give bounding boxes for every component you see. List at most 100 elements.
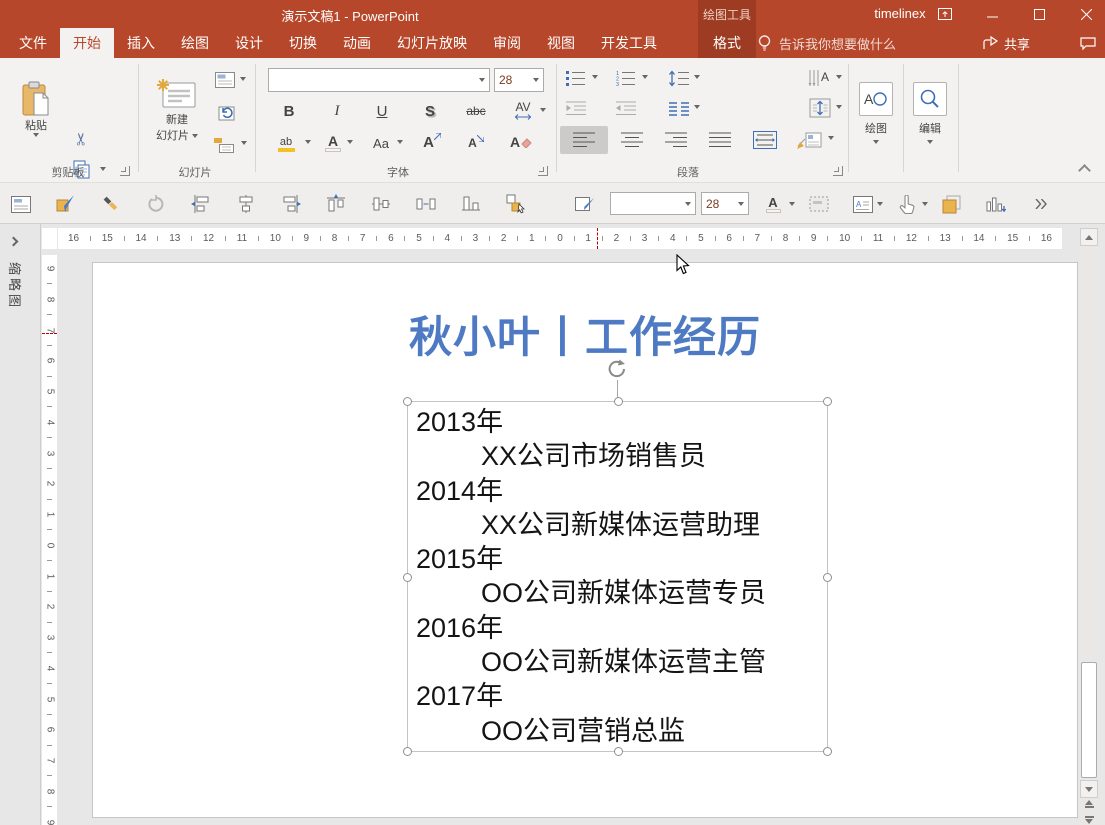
align-right-button[interactable]: [656, 126, 696, 154]
action-hand-button[interactable]: [894, 191, 920, 217]
slide-canvas[interactable]: 秋小叶丨工作经历 2013年XX公司市场销售员2014年XX公司新媒体运营助理2…: [92, 262, 1078, 818]
collapse-ribbon-button[interactable]: [1078, 164, 1091, 177]
decrease-indent-button[interactable]: [564, 98, 588, 118]
timeline-text-box[interactable]: 2013年XX公司市场销售员2014年XX公司新媒体运营助理2015年OO公司新…: [407, 401, 828, 752]
resize-handle-top-left[interactable]: [403, 397, 412, 406]
qat-text-box-button[interactable]: A: [850, 191, 876, 217]
tab-开发工具[interactable]: 开发工具: [588, 28, 670, 58]
vertical-ruler[interactable]: 9876543210123456789: [42, 255, 57, 825]
timeline-year[interactable]: 2015年: [408, 542, 827, 576]
timeline-year[interactable]: 2017年: [408, 679, 827, 713]
paste-button[interactable]: 粘贴: [12, 66, 60, 152]
action-hand-caret[interactable]: [922, 202, 928, 206]
shape-style-button[interactable]: [53, 191, 79, 217]
tab-切换[interactable]: 切换: [276, 28, 330, 58]
character-spacing-caret[interactable]: [540, 108, 546, 112]
align-objects-center-button[interactable]: [233, 191, 259, 217]
align-objects-middle-button[interactable]: [368, 191, 394, 217]
qat-font-color-button[interactable]: A: [762, 191, 784, 217]
insert-chart-button[interactable]: [983, 191, 1009, 217]
redo-button[interactable]: [143, 191, 169, 217]
strikethrough-button[interactable]: abc: [462, 100, 490, 122]
thumbnails-pane-label[interactable]: 缩略图: [6, 262, 25, 310]
horizontal-ruler[interactable]: 1615141312111098765432101234567891011121…: [58, 228, 1062, 249]
qat-text-box-caret[interactable]: [877, 202, 883, 206]
tab-文件[interactable]: 文件: [6, 28, 60, 58]
resize-handle-bottom-left[interactable]: [403, 747, 412, 756]
justify-button[interactable]: [700, 126, 740, 154]
grow-font-button[interactable]: A: [420, 130, 444, 154]
line-spacing-caret[interactable]: [694, 75, 700, 79]
paragraph-dialog-launcher[interactable]: [833, 166, 843, 176]
font-size-combo[interactable]: 28: [494, 68, 544, 92]
italic-button[interactable]: I: [326, 100, 348, 122]
numbering-button[interactable]: 123: [614, 68, 638, 88]
tell-me-box[interactable]: 告诉我你想要做什么: [757, 28, 896, 58]
selection-frame-button[interactable]: [806, 191, 832, 217]
line-spacing-button[interactable]: [666, 68, 692, 88]
font-color-button[interactable]: A: [322, 130, 344, 156]
distribute-horizontal-button[interactable]: [413, 191, 439, 217]
align-objects-left-button[interactable]: [188, 191, 214, 217]
bold-button[interactable]: B: [278, 100, 300, 122]
qat-font-name-combo[interactable]: [610, 192, 696, 215]
character-spacing-button[interactable]: AV: [508, 98, 538, 122]
tab-绘图[interactable]: 绘图: [168, 28, 222, 58]
clear-formatting-button[interactable]: A: [508, 130, 534, 154]
comments-button[interactable]: [1075, 28, 1101, 58]
smartart-caret[interactable]: [828, 136, 834, 140]
font-color-caret[interactable]: [347, 140, 353, 144]
ribbon-display-options-button[interactable]: [928, 0, 962, 28]
change-case-caret[interactable]: [397, 140, 403, 144]
qat-format-painter-button[interactable]: [98, 191, 124, 217]
timeline-role[interactable]: OO公司营销总监: [408, 714, 827, 748]
duplicate-object-button[interactable]: [938, 191, 964, 217]
tab-视图[interactable]: 视图: [534, 28, 588, 58]
tab-幻灯片放映[interactable]: 幻灯片放映: [384, 28, 480, 58]
convert-smartart-button[interactable]: [792, 126, 826, 154]
highlight-caret[interactable]: [305, 140, 311, 144]
more-commands-button[interactable]: [1028, 191, 1054, 217]
align-objects-top-button[interactable]: [323, 191, 349, 217]
scroll-up-button[interactable]: [1080, 228, 1098, 246]
timeline-role[interactable]: XX公司新媒体运营助理: [408, 508, 827, 542]
underline-button[interactable]: U: [371, 100, 393, 122]
slide-layout-button[interactable]: [212, 70, 238, 90]
cut-button[interactable]: ✂: [70, 128, 94, 150]
tab-审阅[interactable]: 审阅: [480, 28, 534, 58]
text-shadow-button[interactable]: S: [419, 100, 441, 122]
resize-handle-middle-right[interactable]: [823, 573, 832, 582]
tab-开始[interactable]: 开始: [60, 28, 114, 58]
align-text-button[interactable]: [806, 96, 834, 120]
increase-indent-button[interactable]: [614, 98, 638, 118]
edit-shape-button[interactable]: [572, 191, 598, 217]
timeline-year[interactable]: 2013年: [408, 405, 827, 439]
qat-font-color-caret[interactable]: [789, 202, 795, 206]
align-center-button[interactable]: [612, 126, 652, 154]
shrink-font-button[interactable]: A: [464, 132, 488, 154]
vertical-scrollbar[interactable]: [1080, 228, 1098, 825]
select-objects-button[interactable]: [503, 191, 529, 217]
next-slide-button[interactable]: [1080, 811, 1098, 825]
timeline-role[interactable]: OO公司新媒体运营专员: [408, 576, 827, 610]
highlight-color-button[interactable]: ab: [272, 132, 300, 156]
editing-group-button[interactable]: 编辑: [910, 68, 950, 158]
text-direction-caret[interactable]: [836, 75, 842, 79]
align-text-caret[interactable]: [836, 105, 842, 109]
tab-设计[interactable]: 设计: [222, 28, 276, 58]
share-button[interactable]: 共享: [983, 28, 1030, 58]
tab-格式[interactable]: 格式: [698, 28, 756, 58]
maximize-button[interactable]: [1022, 0, 1056, 28]
slide-section-caret[interactable]: [241, 141, 247, 145]
resize-handle-middle-left[interactable]: [403, 573, 412, 582]
timeline-role[interactable]: OO公司新媒体运营主管: [408, 645, 827, 679]
drawing-group-button[interactable]: A 绘图: [856, 68, 896, 158]
align-objects-bottom-button[interactable]: [458, 191, 484, 217]
timeline-year[interactable]: 2016年: [408, 611, 827, 645]
scrollbar-thumb[interactable]: [1081, 662, 1097, 778]
columns-caret[interactable]: [694, 105, 700, 109]
columns-button[interactable]: [666, 98, 692, 118]
qat-font-size-combo[interactable]: 28: [701, 192, 749, 215]
clipboard-dialog-launcher[interactable]: [120, 166, 130, 176]
bullets-button[interactable]: [564, 68, 588, 88]
